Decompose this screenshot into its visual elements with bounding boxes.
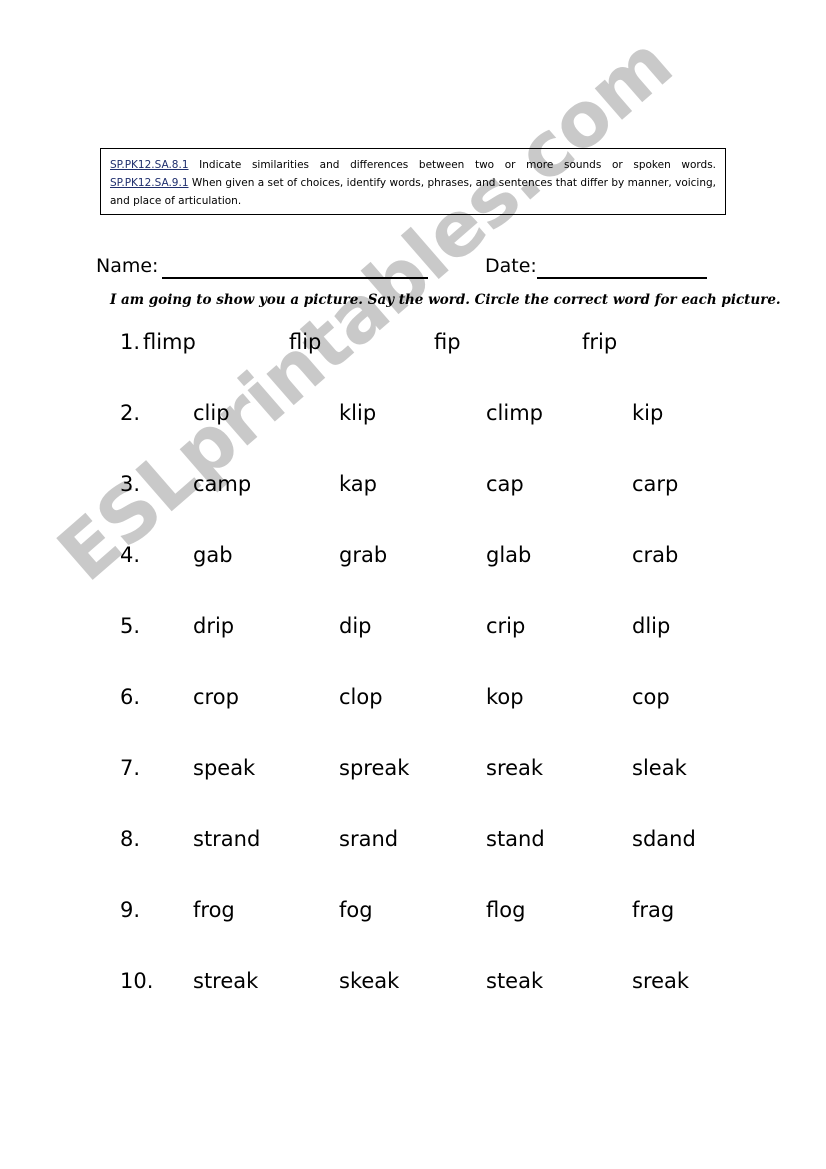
word-option[interactable]: clip [193,401,230,425]
row-number: 3. [120,472,141,496]
word-option[interactable]: flimp [143,330,196,354]
worksheet-page: ESLprintables.com SP.PK12.SA.8.1 Indicat… [0,0,826,1169]
standard-text-1: Indicate similarities and differences be… [199,159,716,171]
word-option[interactable]: kip [632,401,663,425]
word-option[interactable]: speak [193,756,255,780]
date-input-line[interactable] [537,277,707,279]
word-option[interactable]: cop [632,685,670,709]
standard-text-2: When given a set of choices, identify wo… [110,177,717,207]
word-option[interactable]: frip [582,330,617,354]
word-option[interactable]: drip [193,614,234,638]
table-row: 9. frog fog flog frag [0,898,826,969]
word-option[interactable]: strand [193,827,260,851]
row-number: 4. [120,543,141,567]
standard-code-2: SP.PK12.SA.9.1 [110,177,189,189]
word-option[interactable]: kap [339,472,377,496]
word-option[interactable]: glab [486,543,531,567]
word-option[interactable]: skeak [339,969,399,993]
standard-line-1: SP.PK12.SA.8.1 Indicate similarities and… [110,156,716,174]
word-option[interactable]: clop [339,685,383,709]
word-option[interactable]: kop [486,685,524,709]
word-option[interactable]: fog [339,898,373,922]
word-option[interactable]: crop [193,685,239,709]
word-option[interactable]: climp [486,401,543,425]
row-number: 6. [120,685,141,709]
row-number: 1. [120,330,141,354]
table-row: 2. clip klip climp kip [0,401,826,472]
word-option[interactable]: srand [339,827,398,851]
table-row: 4. gab grab glab crab [0,543,826,614]
word-option[interactable]: sdand [632,827,696,851]
word-option[interactable]: carp [632,472,678,496]
name-input-line[interactable] [162,277,428,279]
word-option[interactable]: sreak [486,756,543,780]
table-row: 3. camp kap cap carp [0,472,826,543]
standard-line-2: SP.PK12.SA.9.1 When given a set of choic… [110,174,716,210]
table-row: 6. crop clop kop cop [0,685,826,756]
word-option[interactable]: crab [632,543,678,567]
word-option[interactable]: flip [289,330,321,354]
row-number: 9. [120,898,141,922]
standard-code-1: SP.PK12.SA.8.1 [110,159,189,171]
word-option[interactable]: sleak [632,756,687,780]
name-label: Name: [96,255,159,277]
word-option[interactable]: steak [486,969,543,993]
word-option[interactable]: streak [193,969,258,993]
word-option[interactable]: sreak [632,969,689,993]
word-option[interactable]: klip [339,401,376,425]
name-date-row: Name: Date: [96,255,756,285]
word-option[interactable]: camp [193,472,251,496]
row-number: 7. [120,756,141,780]
word-option[interactable]: frog [193,898,235,922]
table-row: 10. streak skeak steak sreak [0,969,826,1040]
word-rows-container: 1. flimp flip fip frip 2. clip klip clim… [0,330,826,1040]
word-option[interactable]: dlip [632,614,670,638]
table-row: 5. drip dip crip dlip [0,614,826,685]
standards-box: SP.PK12.SA.8.1 Indicate similarities and… [100,148,726,215]
word-option[interactable]: dip [339,614,372,638]
table-row: 7. speak spreak sreak sleak [0,756,826,827]
word-option[interactable]: stand [486,827,545,851]
row-number: 10. [120,969,154,993]
row-number: 2. [120,401,141,425]
word-option[interactable]: fip [434,330,461,354]
word-option[interactable]: grab [339,543,387,567]
instruction-text: I am going to show you a picture. Say th… [110,292,781,308]
word-option[interactable]: spreak [339,756,409,780]
word-option[interactable]: crip [486,614,525,638]
row-number: 5. [120,614,141,638]
table-row: 1. flimp flip fip frip [0,330,826,401]
word-option[interactable]: cap [486,472,524,496]
word-option[interactable]: gab [193,543,233,567]
date-label: Date: [485,255,537,277]
table-row: 8. strand srand stand sdand [0,827,826,898]
row-number: 8. [120,827,141,851]
word-option[interactable]: frag [632,898,674,922]
word-option[interactable]: flog [486,898,525,922]
